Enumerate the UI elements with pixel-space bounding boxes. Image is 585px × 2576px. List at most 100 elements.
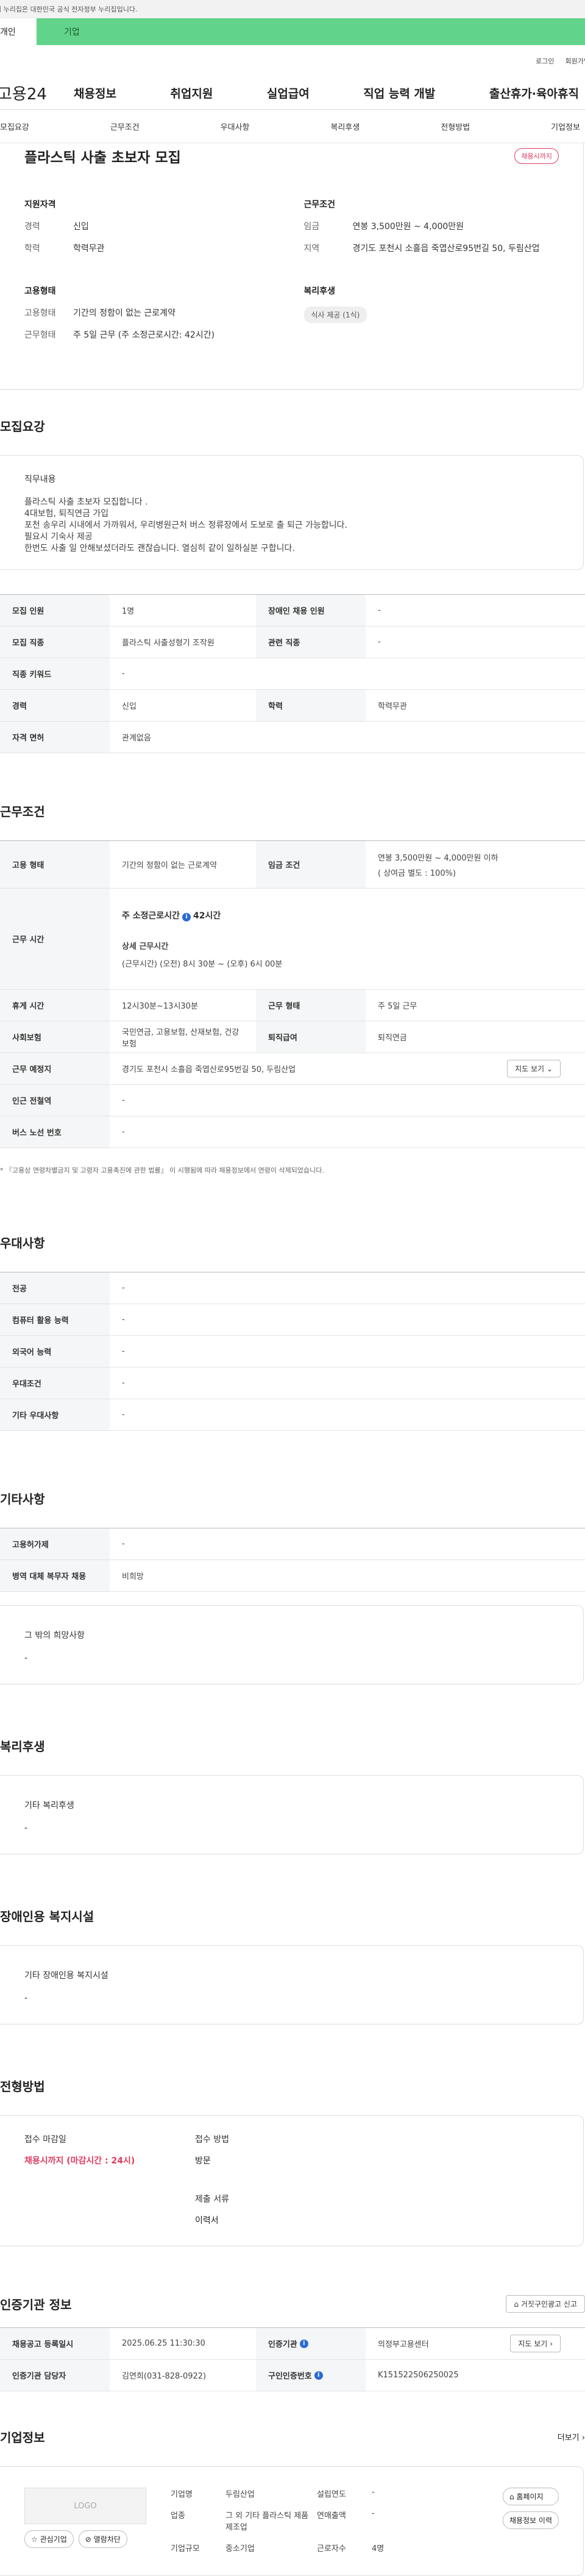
detail-hours-value: (근무시간) (오전) 8시 30분 ~ (오후) 6시 00분 <box>122 959 283 969</box>
tab-company[interactable]: 기업정보 <box>551 121 580 132</box>
table-row: 사회보험 국민연금, 고용보험, 산재보험, 건강보험 퇴직급여 퇴직연금 <box>0 1021 585 1053</box>
hours-value: 주 소정근로시간 i 42시간 상세 근무시간 (근무시간) (오전) 8시 30분… <box>110 889 585 989</box>
member-tabs: 개인 기업 <box>0 18 585 45</box>
edu-label: 학력 <box>24 244 40 254</box>
summary-head: 플라스틱 사출 초보자 모집 채용시까지 <box>24 143 559 169</box>
table-row: 버스 노선 번호 - <box>0 1116 585 1148</box>
license-label: 자격 면허 <box>0 722 110 753</box>
work-form-row-label: 근무 형태 <box>256 990 366 1021</box>
signup-link[interactable]: 회원가입 <box>566 56 585 66</box>
favorite-button[interactable]: ☆ 관심기업 <box>24 2530 74 2548</box>
company-title: 기업정보 <box>0 2430 45 2445</box>
wage-label: 임금 <box>303 222 320 232</box>
workplace-label: 근무 예정지 <box>0 1053 110 1084</box>
edu-row-label: 학력 <box>256 690 366 721</box>
work-heading: 근무조건 <box>303 200 336 210</box>
career-label: 경력 <box>24 222 40 232</box>
nav-item-benefit[interactable]: 실업급여 <box>267 85 310 101</box>
disabled-box-heading: 기타 장애인용 복지시설 <box>24 1971 108 1981</box>
recruit-count-label: 모집 인원 <box>0 595 110 626</box>
retire-label: 퇴직급여 <box>256 1021 366 1052</box>
map-button-label: 지도 보기 <box>515 1065 545 1073</box>
employ-heading: 고용형태 <box>24 286 56 296</box>
prefer-cond-label: 우대조건 <box>0 1368 110 1399</box>
org-label: 인증기관 i <box>256 2328 366 2359</box>
company-logo-col: LOGO ☆ 관심기업 ⊘ 열람차단 <box>24 2488 146 2555</box>
place-label: 지역 <box>303 244 320 254</box>
table-row: 근무 시간 주 소정근로시간 i 42시간 상세 근무시간 (근무시간) (오전) … <box>0 889 585 990</box>
block-button[interactable]: ⊘ 열람차단 <box>78 2530 127 2548</box>
main-menu: 채용정보 취업지원 실업급여 직업 능력 개발 출산휴가·육아휴직 <box>55 85 585 101</box>
favorite-label: 관심기업 <box>40 2535 67 2544</box>
cert-num-value: K151522506250025 <box>378 2371 459 2380</box>
welfare-heading: 복리후생 <box>303 286 336 296</box>
tab-selection[interactable]: 전형방법 <box>441 121 470 132</box>
more-link[interactable]: 더보기 › <box>558 2431 585 2443</box>
nav-item-support[interactable]: 취업지원 <box>170 85 213 101</box>
disabled-count-value: - <box>378 606 381 615</box>
report-button-label: 거짓구인광고 신고 <box>520 2300 577 2308</box>
name-value: 두림산업 <box>225 2490 255 2499</box>
table-row: 근무 예정지 경기도 포천시 소흘읍 죽엽산로95번길 50, 두림산업 지도 … <box>0 1053 585 1085</box>
map-button[interactable]: 지도 보기 ⌄ <box>507 1060 561 1077</box>
insurance-value: 국민연금, 고용보험, 산재보험, 건강보험 <box>122 1027 239 1049</box>
tab-prefer[interactable]: 우대사항 <box>221 121 250 132</box>
homepage-button[interactable]: ⌂ 홈페이지 <box>502 2488 559 2505</box>
duty-heading: 직무내용 <box>24 475 56 484</box>
eps-value: - <box>122 1539 125 1549</box>
table-row: 인근 전철역 - <box>0 1085 585 1116</box>
util-links: 로그인 회원가입 <box>0 45 585 77</box>
table-row: 자격 면허 관계없음 <box>0 722 585 753</box>
block-icon: ⊘ <box>85 2535 91 2544</box>
nav-item-jobs[interactable]: 채용정보 <box>74 85 116 101</box>
work-form-value: 주 5일 근무 (주 소정근로시간: 42시간) <box>73 330 215 340</box>
emp-label: 근로자수 <box>317 2544 346 2553</box>
career-value: 신입 <box>73 222 89 232</box>
tab-welfare[interactable]: 복리후생 <box>330 121 360 132</box>
site-logo[interactable]: 고용24 <box>0 82 55 104</box>
gov-banner-text: 이 누리집은 대한민국 공식 전자정부 누리집입니다. <box>0 5 138 13</box>
info-icon[interactable]: i <box>314 2371 323 2380</box>
home-icon: ⌂ <box>514 2300 519 2308</box>
nav-item-training[interactable]: 직업 능력 개발 <box>363 85 435 101</box>
tab-company[interactable]: 기업 <box>37 18 585 45</box>
retire-value: 퇴직연금 <box>378 1034 407 1043</box>
duty-line: 플라스틱 사출 초보자 모집합니다 . <box>24 497 148 507</box>
deadline-value: 채용시까지 (마감시간 : 24시) <box>24 2156 135 2166</box>
report-button[interactable]: ⌂ 거짓구인광고 신고 <box>506 2295 585 2313</box>
org-label-text: 인증기관 <box>268 2340 297 2349</box>
tab-individual[interactable]: 개인 <box>0 18 37 45</box>
subway-value: - <box>122 1096 125 1105</box>
method-label: 접수 방법 <box>195 2135 229 2145</box>
home-icon: ⌂ <box>509 2493 514 2501</box>
tab-work[interactable]: 근무조건 <box>110 121 140 132</box>
nav-item-leave[interactable]: 출산휴가·육아휴직 <box>489 85 579 101</box>
tab-recruit[interactable]: 모집요강 <box>0 121 29 132</box>
welfare-box-value: - <box>24 1823 28 1833</box>
deadline-badge: 채용시까지 <box>514 148 559 164</box>
etc-title: 기타사항 <box>0 1492 45 1506</box>
wage-value: 연봉 3,500만원 ~ 4,000만원 <box>352 222 464 232</box>
agency-title: 인증기관 정보 <box>0 2297 72 2312</box>
work-title: 근무조건 <box>0 804 45 819</box>
selection-box: 접수 마감일 채용시까지 (마감시간 : 24시) 접수 방법 방문 제출 서류… <box>0 2115 584 2246</box>
company-info: 기업명 두림산업 설립연도 - 업종 그 외 기타 플라스틱 제품 제조업 연매… <box>171 2488 451 2555</box>
recruit-count-value: 1명 <box>122 607 135 616</box>
org-map-button[interactable]: 지도 보기 › <box>510 2335 561 2352</box>
company-head: 기업정보 더보기 › <box>0 2391 585 2466</box>
login-link[interactable]: 로그인 <box>536 56 554 66</box>
cert-num-label: 구인인증번호 i <box>256 2360 366 2391</box>
docs-label: 제출 서류 <box>195 2195 229 2204</box>
prefer-title: 우대사항 <box>0 1236 45 1251</box>
recruit-table: 모집 인원 1명 장애인 채용 인원 - 모집 직종 플라스틱 사출성형기 조작… <box>0 594 585 753</box>
employ-type-value: 기간의 정함이 없는 근로계약 <box>73 308 176 318</box>
info-icon[interactable]: i <box>299 2339 308 2348</box>
welfare-box-heading: 기타 복리후생 <box>24 1801 74 1811</box>
employ-type-row-value: 기간의 정함이 없는 근로계약 <box>122 861 217 870</box>
history-button[interactable]: 채용정보 이력 <box>502 2511 559 2529</box>
disabled-box: 기타 장애인용 복지시설 - <box>0 1945 584 2024</box>
info-icon[interactable]: i <box>182 912 191 921</box>
prefer-cond-value: - <box>122 1378 125 1388</box>
manager-value: 김연희(031-828-0922) <box>122 2372 207 2381</box>
bus-value: - <box>122 1127 125 1137</box>
